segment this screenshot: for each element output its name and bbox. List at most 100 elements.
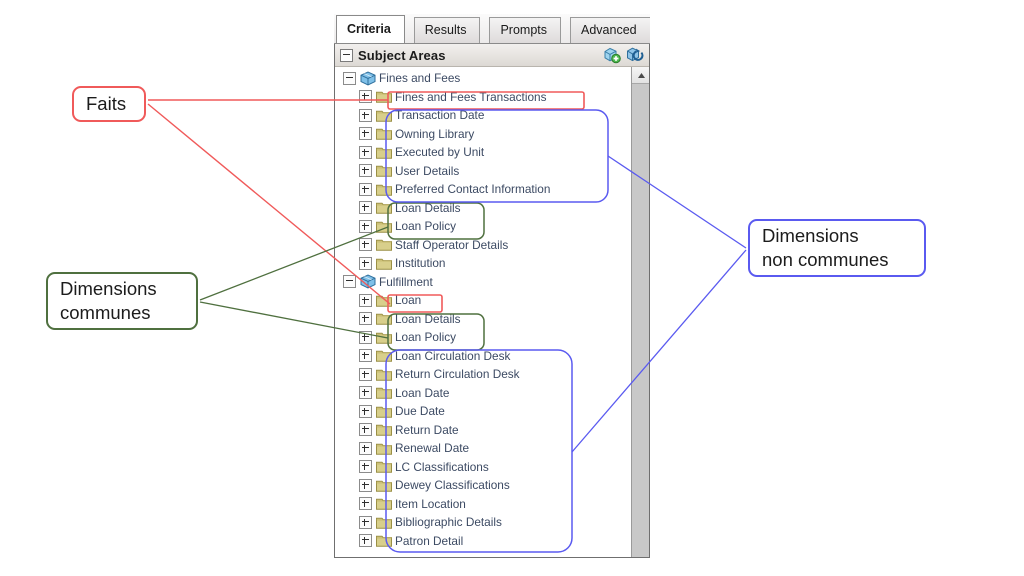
expand-plus-icon[interactable] [359,441,372,455]
expand-plus-icon[interactable] [359,460,372,474]
tree-folder-row[interactable]: Loan Policy [335,328,631,347]
subject-areas-tree: Fines and Fees Fines and Fees Transaction… [335,67,631,557]
tree-vertical-scrollbar[interactable] [631,67,649,557]
tree-item-label: Return Date [395,422,459,437]
expand-plus-icon[interactable] [359,404,372,418]
tree-item-label: Institution [395,256,446,270]
folder-icon [376,386,395,400]
tree-item-label: Executed by Unit [395,145,485,159]
tree-folder-row[interactable]: Loan Date [335,384,631,403]
tree-folder-row[interactable]: Preferred Contact Information [335,180,631,199]
callout-communes-line2: communes [60,302,151,323]
folder-icon [376,405,395,418]
folder-icon [376,442,395,455]
expand-plus-icon[interactable] [359,423,372,437]
expand-plus-icon[interactable] [359,219,372,233]
folder-icon [376,294,395,307]
tree-folder-row[interactable]: Institution [335,254,631,273]
expand-plus-icon[interactable] [359,90,372,104]
folder-icon [376,238,395,252]
tree-subject-area-row[interactable]: Fulfillment [335,273,631,292]
expand-plus-icon[interactable] [359,312,372,326]
expand-plus-icon[interactable] [359,515,372,529]
tree-folder-row[interactable]: Loan Circulation Desk [335,347,631,366]
tab-prompts[interactable]: Prompts [489,17,562,43]
tree-item-label: Loan Policy [395,219,456,233]
tree-folder-row[interactable]: Loan Policy [335,217,631,236]
tree-item-label: Loan Details [395,200,461,215]
tree-item-label: Loan Details [395,311,461,326]
tab-advanced[interactable]: Advanced [570,17,650,43]
tree-folder-row[interactable]: Item Location [335,495,631,514]
tree-folder-row[interactable]: Transaction Date [335,106,631,125]
tree-folder-row[interactable]: Fines and Fees Transactions [335,88,631,107]
scroll-up-arrow-icon[interactable] [632,67,649,84]
callout-noncommunes-line1: Dimensions [762,225,859,247]
subject-areas-collapse-toggle[interactable] [340,48,353,62]
expand-plus-icon[interactable] [359,293,372,307]
tree-folder-row[interactable]: Dewey Classifications [335,476,631,495]
expand-plus-icon[interactable] [359,182,372,196]
tab-criteria[interactable]: Criteria [336,15,405,43]
tab-advanced-label: Advanced [581,23,637,37]
tree-folder-row[interactable]: Staff Operator Details [335,236,631,255]
tree-subject-area-row[interactable]: Fines and Fees [335,69,631,88]
tree-folder-row[interactable]: Bibliographic Details [335,513,631,532]
tree-folder-row[interactable]: Loan Details [335,310,631,329]
expand-plus-icon[interactable] [359,367,372,381]
callout-dimensions-non-communes: Dimensions non communes [748,219,926,277]
folder-icon [376,183,395,196]
tree-item-label: Fulfillment [379,274,433,289]
tree-item-label: User Details [395,163,460,178]
expand-plus-icon[interactable] [359,108,372,122]
expand-plus-icon[interactable] [359,127,372,141]
tree-item-label: Due Date [395,404,445,418]
tree-folder-row[interactable]: Renewal Date [335,439,631,458]
tree-folder-row[interactable]: Due Date [335,402,631,421]
tree-item-label: Loan Policy [395,330,456,344]
subject-areas-tree-container: Fines and Fees Fines and Fees Transaction… [335,67,649,557]
tree-folder-row[interactable]: User Details [335,162,631,181]
expand-plus-icon[interactable] [359,534,372,548]
tree-item-label: Patron Detail [395,533,464,548]
subject-areas-title: Subject Areas [358,47,446,63]
tree-item-label: Fines and Fees [379,71,461,85]
expand-plus-icon[interactable] [359,330,372,344]
tree-folder-row[interactable]: Loan [335,291,631,310]
tab-strip: Criteria Results Prompts Advanced [334,14,650,44]
expand-plus-icon[interactable] [359,164,372,178]
folder-icon [376,349,395,363]
slide-canvas: Criteria Results Prompts Advanced Subjec… [0,0,1024,576]
expand-plus-icon[interactable] [359,349,372,363]
callout-faits: Faits [72,86,146,122]
tab-criteria-label: Criteria [347,22,391,36]
expand-plus-icon[interactable] [359,145,372,159]
tab-prompts-label: Prompts [500,23,548,37]
tree-folder-row[interactable]: Return Circulation Desk [335,365,631,384]
expand-plus-icon[interactable] [359,386,372,400]
tree-item-label: Loan [395,293,422,307]
collapse-minus-icon[interactable] [343,275,356,289]
expand-plus-icon[interactable] [359,201,372,215]
tree-folder-row[interactable]: Loan Details [335,199,631,218]
tree-item-label: LC Classifications [395,459,489,474]
expand-plus-icon[interactable] [359,238,372,252]
folder-icon [376,516,395,529]
expand-plus-icon[interactable] [359,478,372,492]
tree-folder-row[interactable]: Executed by Unit [335,143,631,162]
folder-icon [376,312,395,326]
tree-folder-row[interactable]: Owning Library [335,125,631,144]
tree-folder-row[interactable]: Patron Detail [335,532,631,551]
expand-plus-icon[interactable] [359,256,372,270]
tree-item-label: Bibliographic Details [395,515,502,529]
expand-plus-icon[interactable] [359,497,372,511]
tab-results[interactable]: Results [413,17,481,43]
subject-area-cube-icon [360,71,379,86]
tree-folder-row[interactable]: LC Classifications [335,458,631,477]
folder-icon [376,368,395,381]
refresh-subject-area-icon[interactable] [625,46,644,64]
collapse-minus-icon[interactable] [343,71,356,85]
tree-item-label: Preferred Contact Information [395,182,551,196]
add-subject-area-icon[interactable] [602,46,621,64]
tree-folder-row[interactable]: Return Date [335,421,631,440]
